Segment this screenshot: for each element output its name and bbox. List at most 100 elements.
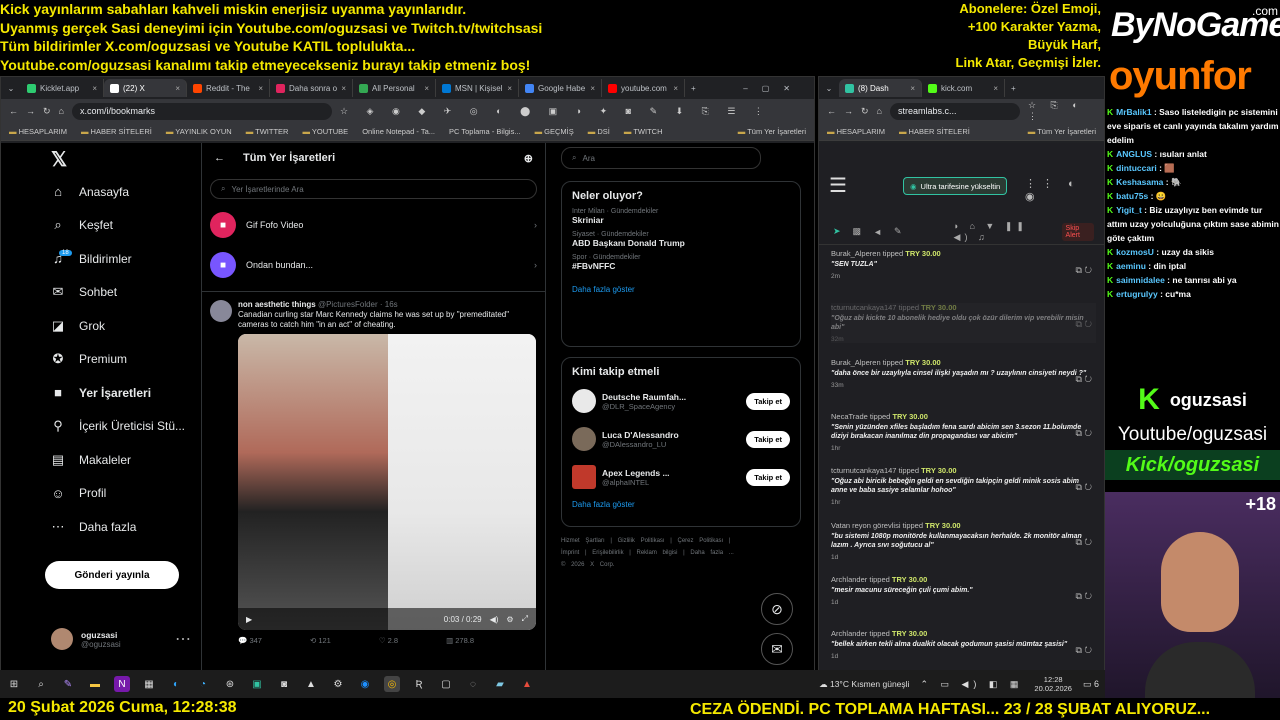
show-more-link[interactable]: Daha fazla göster	[572, 285, 790, 294]
tip-actions-icon[interactable]: ⧉ ↻	[1075, 265, 1092, 276]
camera-icon[interactable]: ◙	[276, 676, 292, 692]
browser-tab[interactable]: All Personal ×	[353, 79, 436, 97]
bookmark-folder[interactable]: TWITCH	[624, 127, 662, 136]
close-icon[interactable]: ×	[258, 84, 263, 93]
pen-app-icon[interactable]: ✎	[60, 676, 76, 692]
notification-center[interactable]: ▭ 6	[1083, 679, 1099, 690]
like-button[interactable]: ♡ 2.8	[379, 636, 398, 645]
window-controls[interactable]: –▢✕	[743, 84, 804, 93]
close-icon[interactable]: ×	[341, 84, 346, 93]
close-icon[interactable]: ×	[590, 84, 595, 93]
extensions-icon[interactable]: ☆ ◈ ◉ ◆ ✈ ◎ ◐ ⬤ ▣ ◑ ✦ ◙ ✎ ⬇ ⎘ ☰ ⋮	[340, 106, 771, 117]
steam-icon[interactable]: ◉	[357, 676, 373, 692]
nav-item[interactable]: ✪ Premium	[51, 343, 201, 377]
nav-item[interactable]: ✉ Sohbet	[51, 276, 201, 310]
new-tab-icon[interactable]: +	[1011, 84, 1016, 93]
follow-suggestion[interactable]: Apex Legends ... @alphaINTEL Takip et	[572, 458, 790, 496]
url-input[interactable]: x.com/i/bookmarks	[71, 102, 332, 120]
settings-icon[interactable]: ⚙	[506, 615, 513, 624]
onenote-icon[interactable]: N	[114, 676, 130, 692]
task-view-icon[interactable]: ▦	[141, 676, 157, 692]
footer-link[interactable]: Hizmet Şartları	[561, 538, 605, 544]
nav-item[interactable]: ◪ Grok	[51, 309, 201, 343]
chat-username[interactable]: MrBalik1	[1116, 107, 1151, 117]
show-more-link[interactable]: Daha fazla göster	[572, 500, 790, 509]
bookmark-folder[interactable]: HABER SİTELERİ	[81, 127, 152, 136]
bookmark-folder-item[interactable]: ■ Gif Fofo Video ›	[202, 205, 545, 245]
bookmark-folder-item[interactable]: ■ Ondan bundan... ›	[202, 245, 545, 285]
browser-tab[interactable]: Google Habe ×	[519, 79, 602, 97]
post-button[interactable]: Gönderi yayınla	[45, 561, 179, 589]
tip-alert[interactable]: Burak_Alperen tipped TRY 30.00 "daha önce…	[831, 358, 1096, 389]
home-icon[interactable]: ⌂	[877, 106, 882, 116]
bookmark-folder[interactable]: TWITTER	[246, 127, 288, 136]
nav-item[interactable]: ⌂ Anasayfa	[51, 175, 201, 209]
footer-link[interactable]: Çerez Politikası	[678, 538, 724, 544]
upgrade-button[interactable]: ◉ Ultra tarifesine yükseltin	[903, 177, 1008, 195]
app-icon[interactable]: Ʀ	[411, 676, 427, 692]
follow-button[interactable]: Takip et	[746, 392, 790, 410]
tip-alert[interactable]: Archlander tipped TRY 30.00 "bellek airke…	[831, 629, 1096, 660]
close-icon[interactable]: ×	[92, 84, 97, 93]
chat-username[interactable]: batu75s	[1116, 191, 1148, 201]
nav-item[interactable]: ■ Yer İşaretleri	[51, 376, 201, 410]
account-switcher[interactable]: oguzsasi @oguzsasi ⋯	[51, 628, 191, 650]
views-button[interactable]: ▥ 278.8	[446, 636, 474, 645]
extensions-icon[interactable]: ☆ ⎘ ◐ ⋮	[1028, 100, 1096, 122]
messages-icon[interactable]: ✉	[761, 633, 793, 665]
chrome-icon[interactable]: ◎	[384, 676, 400, 692]
home-icon[interactable]: ⌂	[59, 106, 64, 116]
settings-icon[interactable]: ⚙	[330, 676, 346, 692]
bookmark-folder[interactable]: GEÇMİŞ	[535, 127, 574, 136]
bookmark-link[interactable]: PC Toplama - Bilgis...	[449, 127, 521, 136]
reply-button[interactable]: 💬 347	[238, 636, 262, 645]
tip-alert[interactable]: tcturnutcankaya147 tipped TRY 30.00 "Oğuz…	[831, 466, 1096, 506]
edge-icon[interactable]: ◐	[168, 676, 184, 692]
chat-username[interactable]: saimnidalee	[1116, 275, 1165, 285]
footer-link[interactable]: Daha fazla ...	[690, 550, 733, 556]
tray-icons[interactable]: ⌃ ▭ ◀) ◧ ▦	[920, 679, 1023, 690]
close-icon[interactable]: ×	[175, 84, 180, 93]
fullscreen-icon[interactable]: ⤢	[522, 614, 528, 624]
trend-item[interactable]: Siyaset · Gündemdekiler ABD Başkanı Donal…	[572, 231, 790, 248]
back-icon[interactable]: ←	[827, 106, 836, 116]
weather-widget[interactable]: ☁ 13°C Kısmen güneşli	[819, 679, 909, 690]
close-icon[interactable]: ×	[993, 84, 998, 93]
pen-icon[interactable]: ✎	[894, 226, 902, 237]
xbox-icon[interactable]: ⊛	[222, 676, 238, 692]
nav-item[interactable]: ⚲ İçerik Üreticisi Stü...	[51, 410, 201, 444]
tip-actions-icon[interactable]: ⧉ ↻	[1075, 645, 1092, 656]
tip-actions-icon[interactable]: ⧉ ↻	[1075, 537, 1092, 548]
streamlabs-icon[interactable]: ▣	[249, 676, 265, 692]
grok-icon[interactable]: ⊘	[761, 593, 793, 625]
footer-link[interactable]: Erişilebilirlik	[592, 550, 623, 556]
trend-item[interactable]: Spor · Gündemdekiler #FBvNFFC	[572, 254, 790, 271]
back-icon[interactable]: ←	[9, 106, 18, 116]
back-arrow-icon[interactable]: ←	[214, 152, 225, 164]
forward-icon[interactable]: →	[26, 106, 35, 116]
bookmark-folder[interactable]: YAYINLIK OYUN	[166, 127, 231, 136]
notepad-icon[interactable]: ▰	[492, 676, 508, 692]
tip-alert[interactable]: Archlander tipped TRY 30.00 "mesir macunu…	[831, 575, 1096, 606]
tab-list-icon[interactable]: ⌄	[1, 84, 21, 93]
forward-icon[interactable]: →	[844, 106, 853, 116]
close-icon[interactable]: ×	[507, 84, 512, 93]
header-icons[interactable]: ⋮⋮ ◐ ◉	[1025, 177, 1104, 203]
tip-alert[interactable]: NecaTrade tipped TRY 30.00 "Senin yüzünde…	[831, 412, 1096, 452]
browser-tab[interactable]: youtube.com ×	[602, 79, 685, 97]
retweet-button[interactable]: ⟲ 121	[310, 636, 331, 645]
url-input[interactable]: streamlabs.c...	[889, 102, 1020, 120]
tip-actions-icon[interactable]: ⧉ ↻	[1075, 319, 1092, 330]
bookmark-folder[interactable]: YOUTUBE	[302, 127, 348, 136]
footer-link[interactable]: İmprint	[561, 550, 579, 556]
chat-username[interactable]: kozmosU	[1116, 247, 1154, 257]
chat-username[interactable]: dintuccari	[1116, 163, 1157, 173]
browser-tab[interactable]: MSN | Kişisel ×	[436, 79, 519, 97]
file-explorer-icon[interactable]: ▬	[87, 676, 103, 692]
nav-item[interactable]: ▤ Makaleler	[51, 443, 201, 477]
browser-tab-active[interactable]: (8) Dash ×	[839, 79, 922, 97]
app-icon[interactable]: ◌	[465, 676, 481, 692]
chat-username[interactable]: aeminu	[1116, 261, 1146, 271]
app-icon[interactable]: ▢	[438, 676, 454, 692]
nav-item[interactable]: ⌕ Keşfet	[51, 209, 201, 243]
